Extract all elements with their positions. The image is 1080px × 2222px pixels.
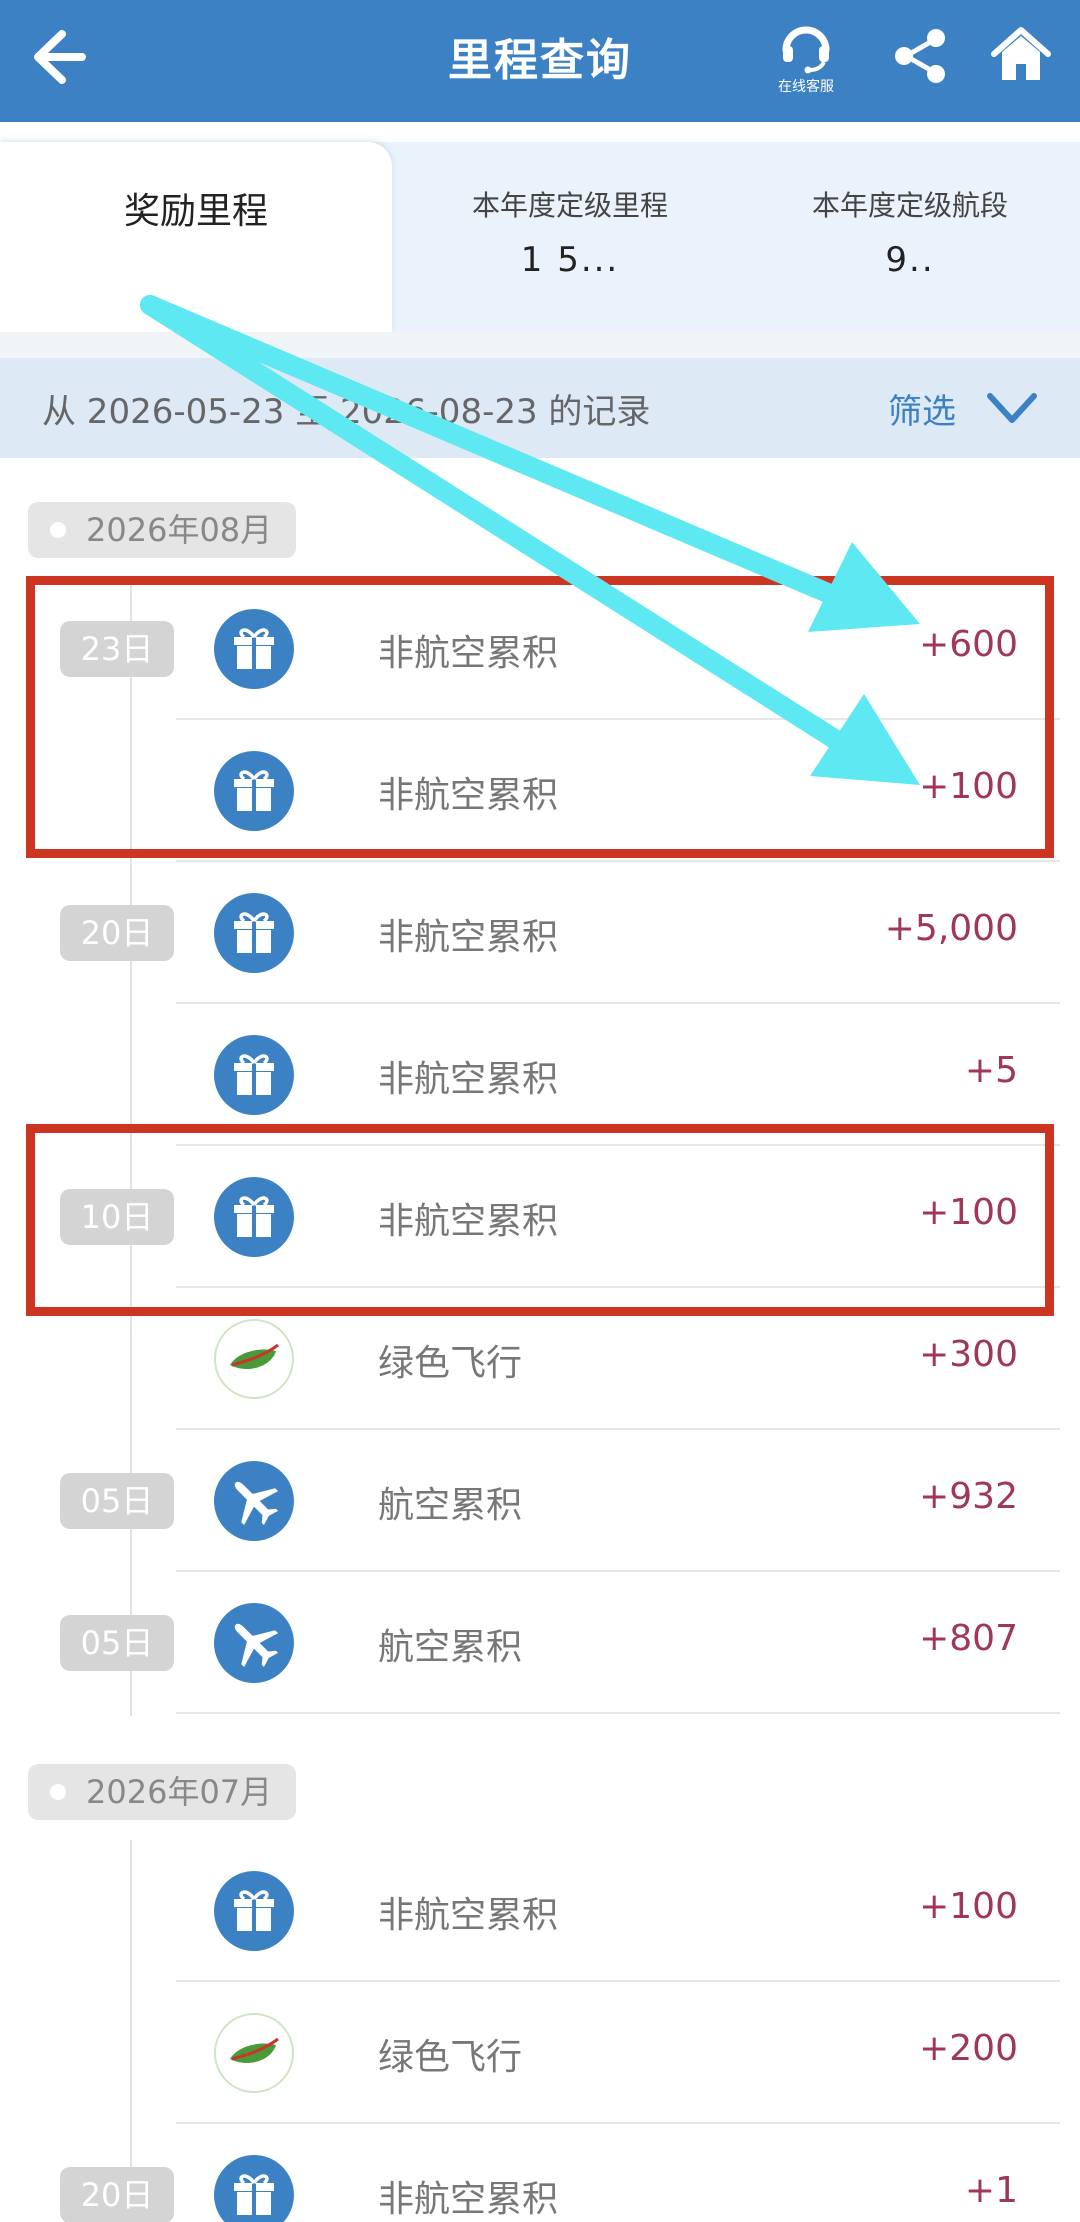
filter-bar: 从 2026-05-23 至 2026-08-23 的记录 筛选	[0, 358, 1080, 458]
table-row[interactable]: 05日 航空累积 +807	[0, 1572, 1080, 1714]
filter-button[interactable]: 筛选	[888, 384, 956, 433]
tab-label: 本年度定级里程	[471, 189, 668, 222]
section-gap	[0, 332, 1080, 360]
month-label: 2026年08月	[86, 511, 273, 549]
record-amount: +932	[919, 1476, 1018, 1517]
highlight-box	[26, 1124, 1054, 1316]
app-header: 里程查询 在线客服	[0, 0, 1080, 122]
table-row[interactable]: 05日 航空累积 +932	[0, 1430, 1080, 1572]
month-label: 2026年07月	[86, 1773, 273, 1811]
tab-label: 奖励里程	[123, 191, 268, 232]
table-row[interactable]: 20日 非航空累积 +1	[0, 2124, 1080, 2222]
record-amount: +100	[919, 1886, 1018, 1927]
record-amount: +200	[919, 2028, 1018, 2069]
record-amount: +5	[964, 1050, 1018, 1091]
tab-qualifying-segments[interactable]: 本年度定级航段 9..	[740, 142, 1080, 332]
gift-icon	[214, 1035, 294, 1115]
record-description: 非航空累积	[378, 1895, 559, 1936]
day-badge: 20日	[60, 905, 174, 961]
record-description: 绿色飞行	[378, 2037, 523, 2078]
record-description: 非航空累积	[378, 2179, 559, 2220]
leaf-icon	[214, 2013, 294, 2093]
tab-value: 1 5...	[520, 240, 620, 280]
record-description: 非航空累积	[378, 1059, 559, 1100]
tab-value: 9..	[885, 240, 935, 280]
headset-icon	[782, 26, 830, 74]
record-amount: +5,000	[884, 908, 1018, 949]
record-description: 绿色飞行	[378, 1343, 523, 1384]
record-description: 航空累积	[378, 1485, 523, 1526]
day-badge: 05日	[60, 1473, 174, 1529]
mileage-tabs: 奖励里程 本年度定级里程 1 5... 本年度定级航段 9..	[0, 122, 1080, 332]
day-badge: 05日	[60, 1615, 174, 1671]
table-row[interactable]: 绿色飞行 +200	[0, 1982, 1080, 2124]
customer-service-label: 在线客服	[778, 79, 834, 95]
month-header: 2026年08月	[28, 502, 297, 558]
table-row[interactable]: 非航空累积 +100	[0, 1840, 1080, 1982]
home-icon[interactable]	[990, 24, 1052, 86]
month-dot	[50, 522, 66, 538]
month-dot	[50, 1784, 66, 1800]
record-description: 非航空累积	[378, 917, 559, 958]
month-header: 2026年07月	[28, 1764, 297, 1820]
record-description: 航空累积	[378, 1627, 523, 1668]
gift-icon	[214, 1871, 294, 1951]
row-divider	[176, 1712, 1060, 1714]
record-amount: +807	[919, 1618, 1018, 1659]
gift-icon	[214, 2155, 294, 2222]
tab-qualifying-miles[interactable]: 本年度定级里程 1 5...	[400, 142, 740, 332]
share-icon[interactable]	[890, 26, 950, 86]
record-amount: +1	[964, 2170, 1018, 2211]
table-row[interactable]: 20日 非航空累积 +5,000	[0, 862, 1080, 1004]
tab-label: 本年度定级航段	[811, 189, 1008, 222]
record-amount: +300	[919, 1334, 1018, 1375]
chevron-down-icon[interactable]	[984, 388, 1040, 428]
day-badge: 20日	[60, 2167, 174, 2222]
leaf-icon	[214, 1319, 294, 1399]
date-range-text: 从 2026-05-23 至 2026-08-23 的记录	[42, 392, 651, 432]
airplane-icon	[214, 1603, 294, 1683]
tab-award-miles[interactable]: 奖励里程	[0, 142, 392, 332]
gift-icon	[214, 893, 294, 973]
airplane-icon	[214, 1461, 294, 1541]
customer-service-button[interactable]: 在线客服	[766, 16, 846, 112]
highlight-box	[26, 576, 1054, 858]
